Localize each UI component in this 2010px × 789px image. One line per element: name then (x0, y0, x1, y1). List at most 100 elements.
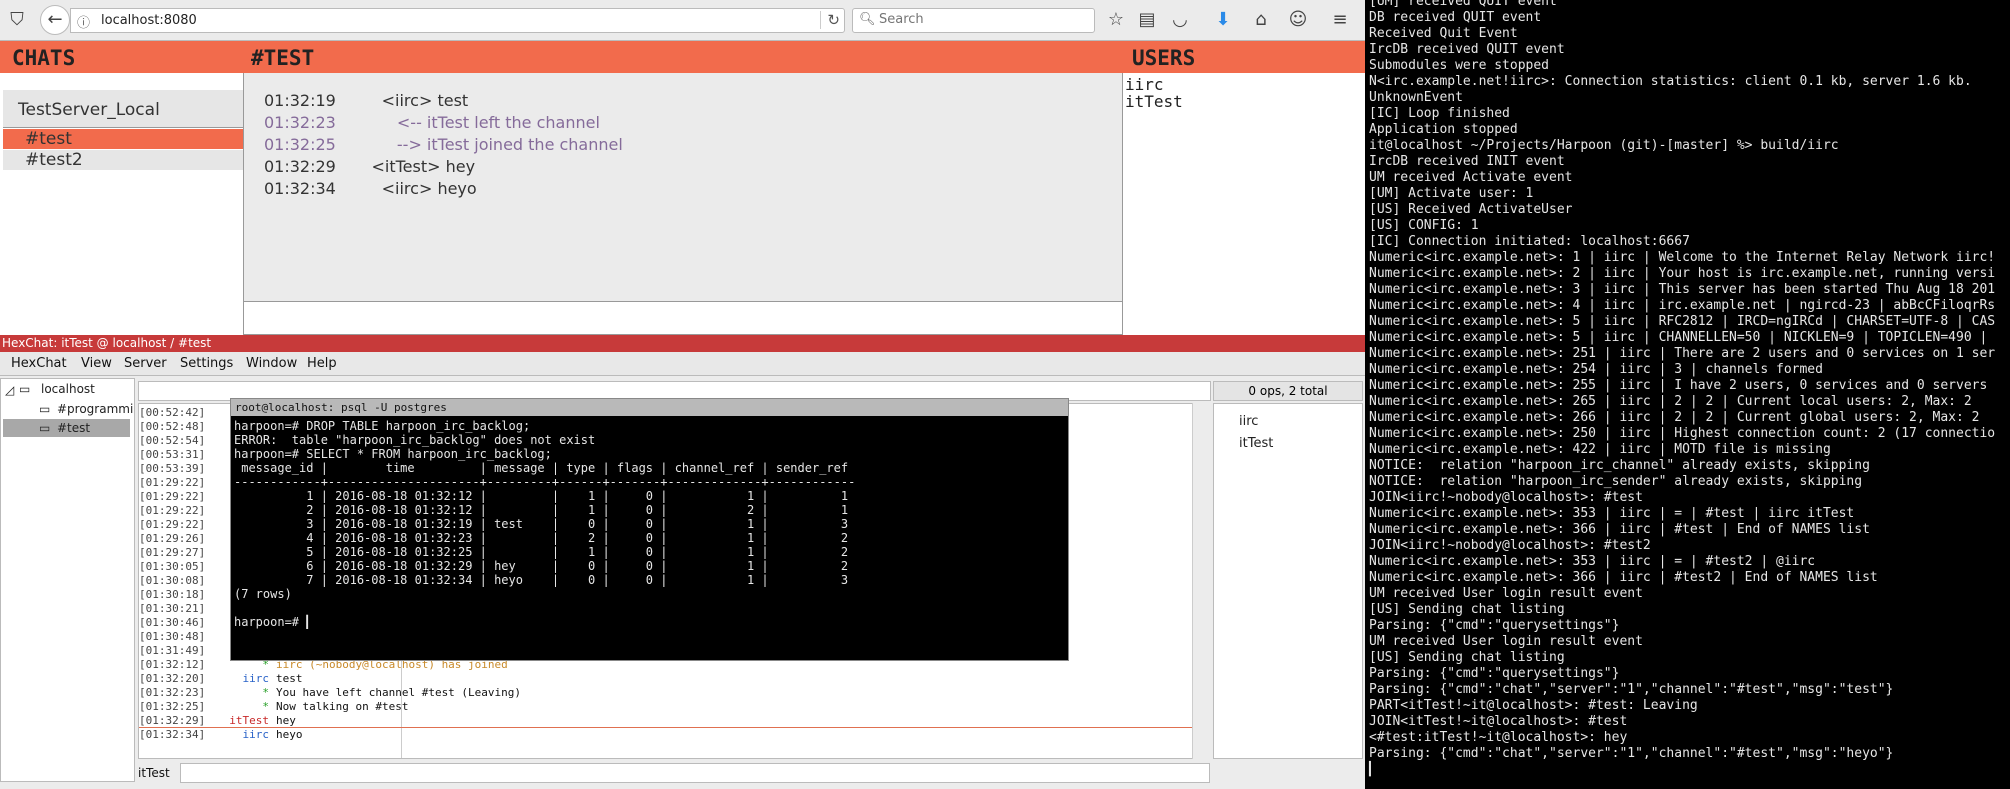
harpoon-app: CHATS #TEST USERS TestServer_Local #test… (0, 41, 1365, 335)
channel-item-test[interactable]: #test (3, 129, 243, 149)
menu-hexchat[interactable]: HexChat (11, 356, 67, 371)
download-icon[interactable]: ⬇ (1210, 7, 1236, 33)
app-header: CHATS #TEST USERS (0, 41, 1365, 73)
menu-icon[interactable]: ≡ (1327, 7, 1353, 33)
users-header: USERS (1132, 46, 1196, 70)
hexchat-titlebar: HexChat: itTest @ localhost / #test (0, 335, 1365, 352)
psql-line: harpoon=# SELECT * FROM harpoon_irc_back… (234, 447, 552, 461)
timestamp: [01:29:22] (139, 504, 206, 517)
menu-view[interactable]: View (81, 356, 112, 371)
timestamp: [01:30:08] (139, 574, 206, 587)
nick: * (262, 700, 269, 713)
terminal-line: Received Quit Event (1369, 26, 1518, 41)
terminal-line: JOIN<iirc!~nobody@localhost>: #test2 (1369, 538, 1651, 553)
back-button[interactable]: ← (40, 5, 70, 35)
timestamp: [01:32:23] (139, 686, 206, 699)
tree-channel-test[interactable]: #test (57, 421, 90, 435)
chat-scrollbar[interactable] (1192, 403, 1204, 759)
message-row: 01:32:23 <-- itTest left the channel (264, 113, 600, 132)
search-input[interactable] (879, 12, 1079, 27)
timestamp: [01:29:27] (139, 546, 206, 559)
menu-server[interactable]: Server (124, 356, 167, 371)
bookmark-star-icon[interactable]: ☆ (1103, 7, 1129, 33)
terminal-line: Numeric<irc.example.net>: 4 | iirc | irc… (1369, 298, 1996, 313)
timestamp: [01:30:18] (139, 588, 206, 601)
home-icon[interactable]: ⌂ (1248, 7, 1274, 33)
terminal-line: Numeric<irc.example.net>: 265 | iirc | 2… (1369, 394, 1972, 409)
timestamp: [01:30:05] (139, 560, 206, 573)
psql-line: harpoon=# DROP TABLE harpoon_irc_backlog… (234, 419, 531, 433)
collapse-arrow-icon[interactable]: ◿ (5, 383, 14, 397)
terminal-line: Numeric<irc.example.net>: 422 | iirc | M… (1369, 442, 1831, 457)
hexchat-input[interactable] (180, 763, 1210, 783)
terminal-line: Numeric<irc.example.net>: 366 | iirc | #… (1369, 522, 1870, 537)
terminal-line: Numeric<irc.example.net>: 255 | iirc | I… (1369, 378, 1988, 393)
timestamp: [01:30:48] (139, 630, 206, 643)
terminal-line: Numeric<irc.example.net>: 254 | iirc | 3… (1369, 362, 1823, 377)
terminal-line: Numeric<irc.example.net>: 3 | iirc | Thi… (1369, 282, 1996, 297)
terminal-line: Numeric<irc.example.net>: 5 | iirc | CHA… (1369, 330, 1988, 345)
timestamp: [01:29:22] (139, 490, 206, 503)
reading-list-icon[interactable]: ▤ (1134, 7, 1160, 33)
tree-server[interactable]: localhost (41, 382, 95, 396)
server-icon: ▭ (19, 382, 31, 396)
psql-line: ERROR: table "harpoon_irc_backlog" does … (234, 433, 596, 447)
reload-icon[interactable]: ↻ (820, 11, 840, 29)
info-icon[interactable]: ⓘ (77, 12, 90, 31)
terminal-line: UM received Activate event (1369, 170, 1573, 185)
channel-icon: ▭ (39, 421, 51, 435)
message-row: 01:32:29 <itTest> hey (264, 157, 476, 176)
browser-toolbar: ⛉ ← ⓘ localhost:8080 ↻ 🔍︎ ☆ ▤ ◡ ⬇ ⌂ ☺ ≡ (0, 0, 1365, 41)
terminal-line: NOTICE: relation "harpoon_irc_channel" a… (1369, 458, 1870, 473)
server-item[interactable]: TestServer_Local (3, 90, 243, 128)
psql-line: 7 | 2016-08-18 01:32:34 | heyo | 0 | 0 |… (234, 573, 849, 587)
terminal-line: ▎ (1369, 762, 1377, 777)
chats-header: CHATS (12, 46, 76, 70)
timestamp: [00:52:48] (139, 420, 206, 433)
menu-help[interactable]: Help (307, 356, 337, 371)
timestamp: [01:30:46] (139, 616, 206, 629)
terminal-line: Numeric<irc.example.net>: 353 | iirc | =… (1369, 554, 1816, 569)
nick: iirc (242, 672, 270, 685)
pocket-icon[interactable]: ◡ (1167, 7, 1193, 33)
url-bar[interactable]: ⓘ localhost:8080 ↻ (70, 8, 845, 33)
terminal-line: JOIN<iirc!~nobody@localhost>: #test (1369, 490, 1643, 505)
hexchat-user-item[interactable]: itTest (1239, 436, 1273, 451)
nick-button[interactable]: itTest (138, 763, 176, 783)
psql-line: (7 rows) (234, 587, 292, 601)
message-row: 01:32:19 <iirc> test (264, 91, 469, 110)
message-input[interactable] (243, 301, 1123, 335)
hexchat-user-item[interactable]: iirc (1239, 414, 1258, 429)
search-icon: 🔍︎ (859, 12, 876, 27)
user-item[interactable]: itTest (1125, 92, 1183, 111)
timestamp: [00:52:54] (139, 434, 206, 447)
log-terminal: [UM] received QUIT event DB received QUIT… (1365, 0, 2010, 789)
terminal-line: Parsing: {"cmd":"querysettings"} (1369, 666, 1620, 681)
terminal-line: Numeric<irc.example.net>: 366 | iirc | #… (1369, 570, 1878, 585)
tree-channel-programming[interactable]: #programmi (57, 402, 133, 416)
message-text: You have left channel #test (Leaving) (276, 686, 522, 699)
channel-item-test2[interactable]: #test2 (3, 150, 243, 170)
psql-titlebar: root@localhost: psql -U postgres (231, 399, 1068, 416)
psql-line: 1 | 2016-08-18 01:32:12 | | 1 | 0 | 1 | … (234, 489, 849, 503)
menu-settings[interactable]: Settings (180, 356, 233, 371)
terminal-line: NOTICE: relation "harpoon_irc_sender" al… (1369, 474, 1863, 489)
terminal-line: UM received User login result event (1369, 634, 1643, 649)
terminal-line: it@localhost ~/Projects/Harpoon (git)-[m… (1369, 138, 1839, 153)
chat-icon[interactable]: ☺ (1285, 7, 1311, 33)
terminal-line: DB received QUIT event (1369, 10, 1542, 25)
url-text[interactable]: localhost:8080 (101, 13, 197, 28)
terminal-line: [IC] Loop finished (1369, 106, 1510, 121)
psql-line: harpoon=# ▎ (234, 615, 314, 629)
terminal-line: [US] Sending chat listing (1369, 650, 1565, 665)
menu-window[interactable]: Window (246, 356, 297, 371)
timestamp: [00:52:42] (139, 406, 206, 419)
timestamp: [00:53:31] (139, 448, 206, 461)
shield-icon[interactable]: ⛉ (4, 7, 30, 33)
timestamp: [01:31:49] (139, 644, 206, 657)
terminal-line: N<irc.example.net!iirc>: Connection stat… (1369, 74, 1972, 89)
terminal-line: Parsing: {"cmd":"chat","server":"1","cha… (1369, 682, 1894, 697)
search-bar[interactable]: 🔍︎ (852, 8, 1095, 33)
hexchat-line: [01:32:20] iirc test (139, 672, 1199, 686)
terminal-line: PART<itTest!~it@localhost>: #test: Leavi… (1369, 698, 1698, 713)
